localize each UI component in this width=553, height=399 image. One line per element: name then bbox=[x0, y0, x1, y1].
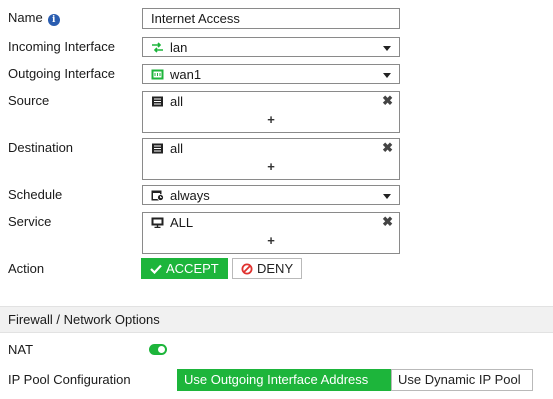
schedule-select[interactable]: always bbox=[142, 185, 400, 205]
action-label: Action bbox=[8, 261, 45, 276]
remove-icon[interactable]: ✖ bbox=[382, 93, 393, 109]
source-field[interactable]: all ✖ + bbox=[142, 91, 400, 133]
chevron-down-icon bbox=[383, 73, 391, 78]
info-icon[interactable]: i bbox=[47, 14, 60, 26]
deny-label: DENY bbox=[257, 261, 294, 276]
ip-pool-label: IP Pool Configuration bbox=[8, 372, 131, 387]
accept-label: ACCEPT bbox=[166, 261, 219, 276]
nat-label: NAT bbox=[8, 342, 34, 357]
name-row-label: Name i bbox=[8, 10, 60, 26]
incoming-interface-label: Incoming Interface bbox=[8, 39, 115, 54]
port-icon bbox=[151, 69, 164, 80]
accept-button[interactable]: ACCEPT bbox=[141, 258, 228, 279]
deny-button[interactable]: DENY bbox=[232, 258, 303, 279]
name-label: Name bbox=[8, 10, 43, 25]
service-icon bbox=[151, 217, 164, 228]
outgoing-interface-select[interactable]: wan1 bbox=[142, 64, 400, 84]
source-entry: all bbox=[151, 94, 183, 110]
address-icon bbox=[152, 143, 163, 154]
add-source-button[interactable]: + bbox=[143, 112, 399, 127]
firewall-options-header: Firewall / Network Options bbox=[0, 306, 553, 333]
service-label: Service bbox=[8, 214, 52, 229]
destination-value: all bbox=[170, 141, 184, 156]
schedule-value: always bbox=[170, 188, 210, 203]
chevron-down-icon bbox=[383, 194, 391, 199]
add-service-button[interactable]: + bbox=[143, 233, 399, 248]
service-field[interactable]: ALL ✖ + bbox=[142, 212, 400, 254]
name-input[interactable]: Internet Access bbox=[142, 8, 400, 29]
incoming-interface-value: lan bbox=[170, 40, 188, 55]
destination-field[interactable]: all ✖ + bbox=[142, 138, 400, 180]
address-icon bbox=[152, 96, 163, 107]
schedule-label: Schedule bbox=[8, 187, 63, 202]
deny-icon bbox=[241, 263, 253, 275]
firewall-options-title: Firewall / Network Options bbox=[8, 312, 160, 327]
chevron-down-icon bbox=[383, 46, 391, 51]
service-value: ALL bbox=[170, 215, 194, 230]
toggle-knob bbox=[158, 346, 165, 353]
nat-toggle[interactable] bbox=[149, 344, 167, 355]
use-dynamic-ip-pool-button[interactable]: Use Dynamic IP Pool bbox=[391, 369, 533, 391]
schedule-icon bbox=[151, 190, 164, 201]
interface-icon bbox=[152, 42, 163, 53]
service-entry: ALL bbox=[151, 215, 193, 231]
destination-label: Destination bbox=[8, 140, 74, 155]
incoming-interface-select[interactable]: lan bbox=[142, 37, 400, 57]
outgoing-interface-value: wan1 bbox=[170, 67, 202, 82]
destination-entry: all bbox=[151, 141, 183, 157]
use-outgoing-interface-address-button[interactable]: Use Outgoing Interface Address bbox=[177, 369, 391, 391]
add-destination-button[interactable]: + bbox=[143, 159, 399, 174]
check-icon bbox=[150, 264, 162, 275]
source-label: Source bbox=[8, 93, 50, 108]
outgoing-interface-label: Outgoing Interface bbox=[8, 66, 115, 81]
remove-icon[interactable]: ✖ bbox=[382, 140, 393, 156]
remove-icon[interactable]: ✖ bbox=[382, 214, 393, 230]
name-input-value: Internet Access bbox=[151, 11, 240, 26]
source-value: all bbox=[170, 94, 184, 109]
